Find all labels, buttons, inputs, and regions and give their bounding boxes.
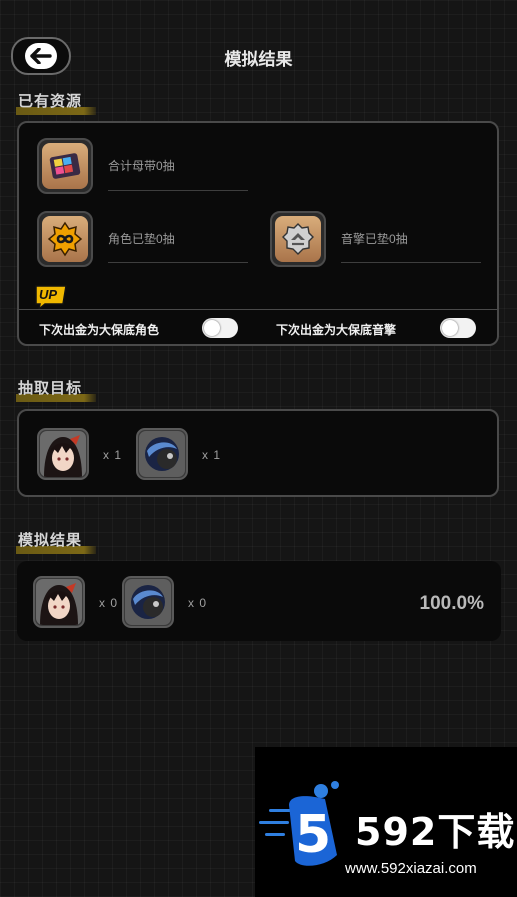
probability-value: 100.0%	[419, 593, 484, 614]
engine-orb-icon[interactable]	[136, 428, 188, 480]
engine-pity-label: 音擎已垫0抽	[341, 232, 408, 246]
engine-orb-icon	[122, 576, 174, 628]
targets-panel	[17, 409, 499, 497]
watermark-logo: 5	[295, 805, 333, 865]
toggle-knob	[442, 320, 458, 336]
up-badge: UP	[33, 284, 69, 311]
divider	[108, 262, 248, 263]
divider	[108, 190, 248, 191]
character-portrait-icon	[33, 576, 85, 628]
toggle-knob	[204, 320, 220, 336]
character-pity-label: 角色已垫0抽	[108, 232, 175, 246]
results-section-title: 模拟结果	[16, 529, 97, 554]
target-engine-qty: x 1	[202, 448, 222, 462]
divider	[19, 309, 497, 310]
character-guarantee-label: 下次出金为大保底角色	[39, 323, 160, 337]
result-engine-qty: x 0	[188, 596, 208, 610]
infinity-badge-icon	[37, 211, 93, 267]
character-guarantee-toggle[interactable]	[202, 318, 238, 338]
watermark-brand: 592下载	[355, 810, 516, 854]
engine-guarantee-label: 下次出金为大保底音擎	[276, 323, 397, 337]
resources-section-title: 已有资源	[16, 90, 97, 115]
total-tapes-label: 合计母带0抽	[108, 159, 175, 173]
gear-engine-icon	[270, 211, 326, 267]
result-character-qty: x 0	[99, 596, 119, 610]
watermark-url: www.592xiazai.com	[345, 860, 477, 877]
watermark: 5 592下载 www.592xiazai.com	[255, 747, 517, 897]
engine-guarantee-toggle[interactable]	[440, 318, 476, 338]
up-badge-text: UP	[39, 287, 58, 302]
character-portrait-icon[interactable]	[37, 428, 89, 480]
target-character-qty: x 1	[103, 448, 123, 462]
film-reel-icon	[37, 138, 93, 194]
page-title: 模拟结果	[224, 50, 293, 69]
divider	[341, 262, 481, 263]
targets-section-title: 抽取目标	[16, 377, 97, 402]
